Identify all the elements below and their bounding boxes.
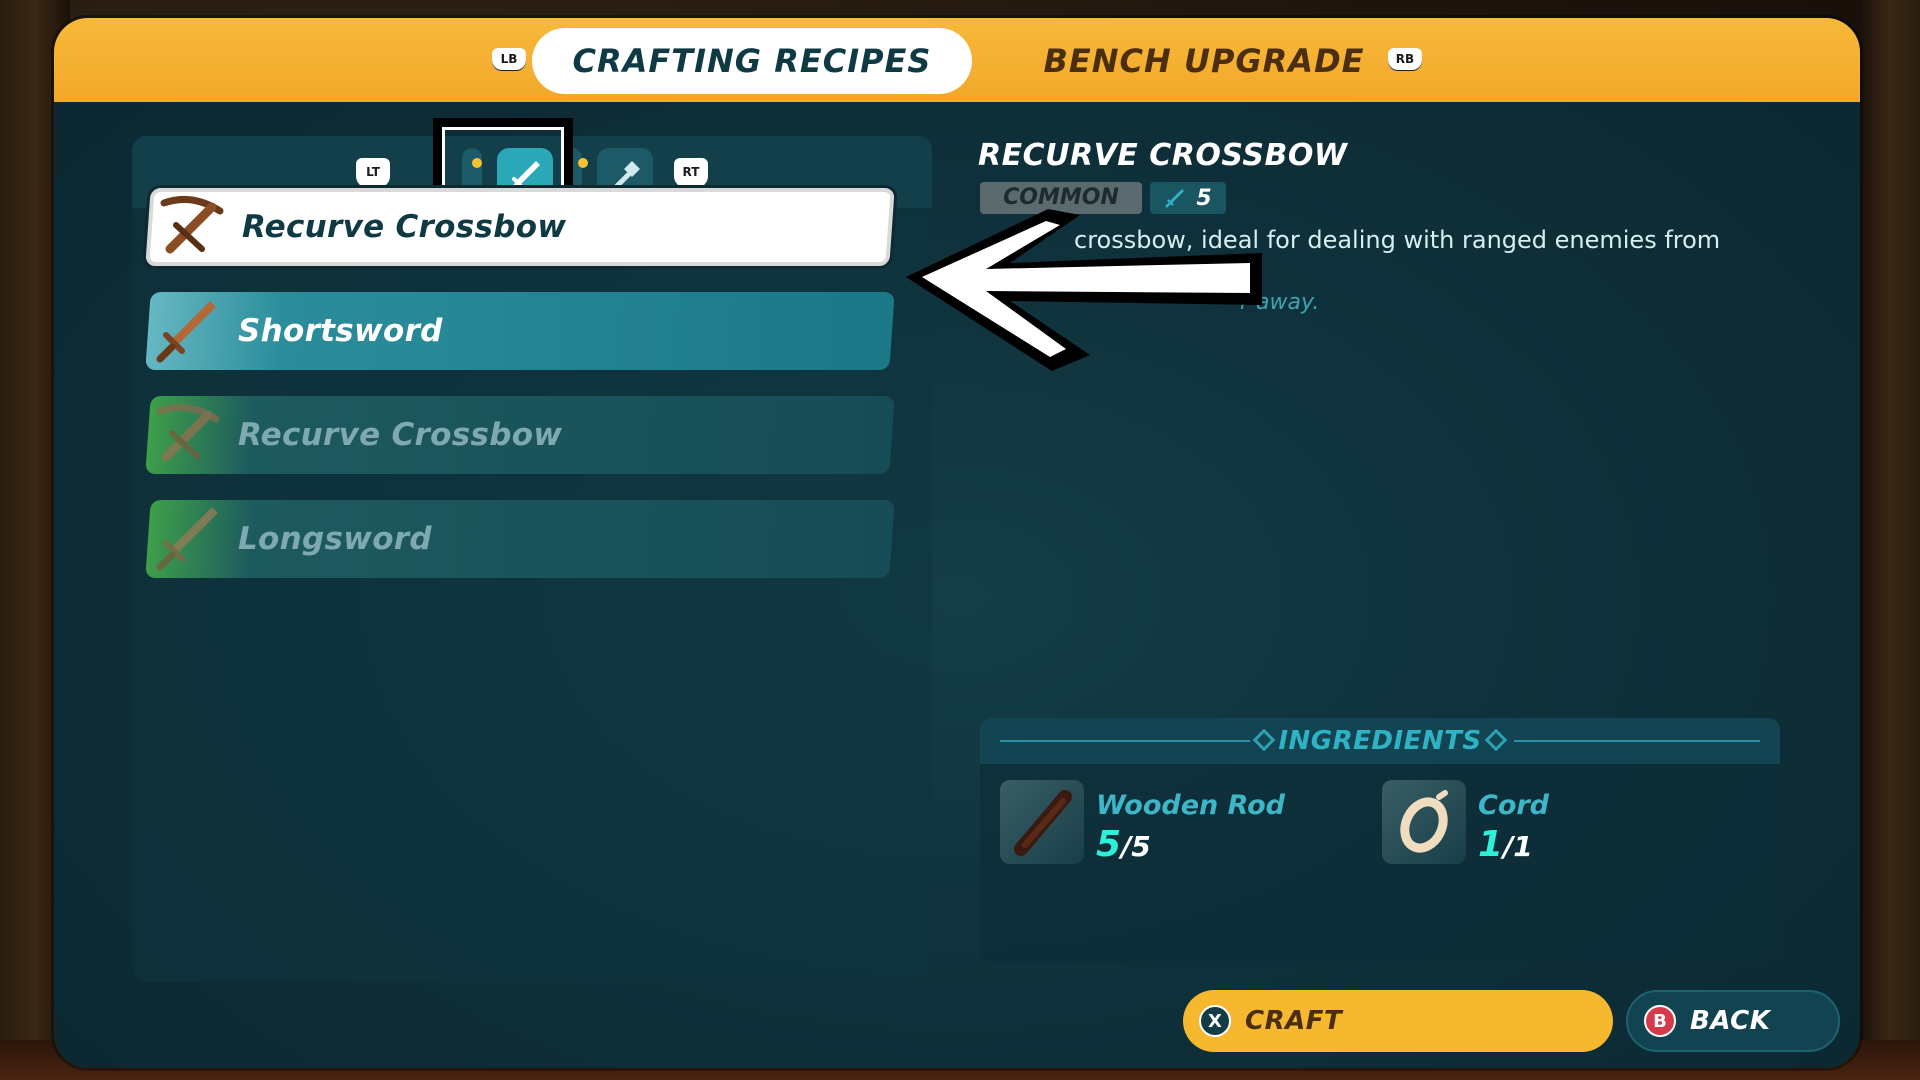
ingredient-count: 1/1 <box>1478 824 1533 865</box>
recipe-label: Shortsword <box>238 313 443 349</box>
tab-bar: LB CRAFTING RECIPES BENCH UPGRADE RB <box>54 18 1860 102</box>
annotation-arrow <box>900 205 1270 375</box>
ingredient-name: Cord <box>1478 790 1550 821</box>
b-button-icon: B <box>1644 1005 1676 1037</box>
ingredient-count: 5/5 <box>1096 824 1151 865</box>
crossbow-icon <box>148 395 228 475</box>
back-button[interactable]: B BACK <box>1626 990 1840 1052</box>
ingredients-panel: INGREDIENTS Wooden Rod 5/5 Cord 1/1 <box>980 718 1780 962</box>
craft-button[interactable]: X CRAFT <box>1183 990 1613 1052</box>
ingredient-wooden-rod: Wooden Rod 5/5 <box>1000 780 1340 870</box>
rb-button-hint[interactable]: RB <box>1388 48 1422 70</box>
recipe-row-recurve-crossbow[interactable]: Recurve Crossbow <box>145 187 895 267</box>
tab-bench-upgrade[interactable]: BENCH UPGRADE <box>994 28 1414 94</box>
sword-icon <box>148 499 228 579</box>
ingredients-header: INGREDIENTS <box>980 718 1780 764</box>
crossbow-icon <box>152 187 232 267</box>
tab-crafting-recipes[interactable]: CRAFTING RECIPES <box>532 28 972 94</box>
wooden-rod-icon <box>1000 780 1084 864</box>
x-button-icon: X <box>1199 1005 1231 1037</box>
ingredient-cord: Cord 1/1 <box>1382 780 1722 870</box>
new-indicator-dot <box>578 158 588 168</box>
recipe-label: Recurve Crossbow <box>238 417 563 453</box>
ingredient-have: 1 <box>1478 824 1504 865</box>
recipe-row-recurve-crossbow-locked[interactable]: Recurve Crossbow <box>145 395 895 475</box>
ingredients-title: INGREDIENTS <box>1278 726 1482 756</box>
recipe-label: Longsword <box>238 521 432 557</box>
ingredient-need: 1 <box>1513 830 1533 863</box>
rt-button-hint[interactable]: RT <box>674 158 708 188</box>
sword-icon <box>148 291 228 371</box>
recipe-row-longsword[interactable]: Longsword <box>145 499 895 579</box>
back-label: BACK <box>1690 1006 1771 1036</box>
ingredient-have: 5 <box>1096 824 1122 865</box>
recipe-label: Recurve Crossbow <box>242 209 567 245</box>
ingredient-name: Wooden Rod <box>1096 790 1285 821</box>
craft-label: CRAFT <box>1245 1006 1343 1036</box>
crafting-panel: LB CRAFTING RECIPES BENCH UPGRADE RB LT <box>54 18 1860 1068</box>
item-title: RECURVE CROSSBOW <box>978 138 1348 173</box>
lb-button-hint[interactable]: LB <box>492 48 526 70</box>
recipe-row-shortsword[interactable]: Shortsword <box>145 291 895 371</box>
cord-icon <box>1382 780 1466 864</box>
ingredient-need: 5 <box>1131 830 1151 863</box>
lt-button-hint[interactable]: LT <box>356 158 390 188</box>
background-right-decor <box>1860 0 1920 1080</box>
